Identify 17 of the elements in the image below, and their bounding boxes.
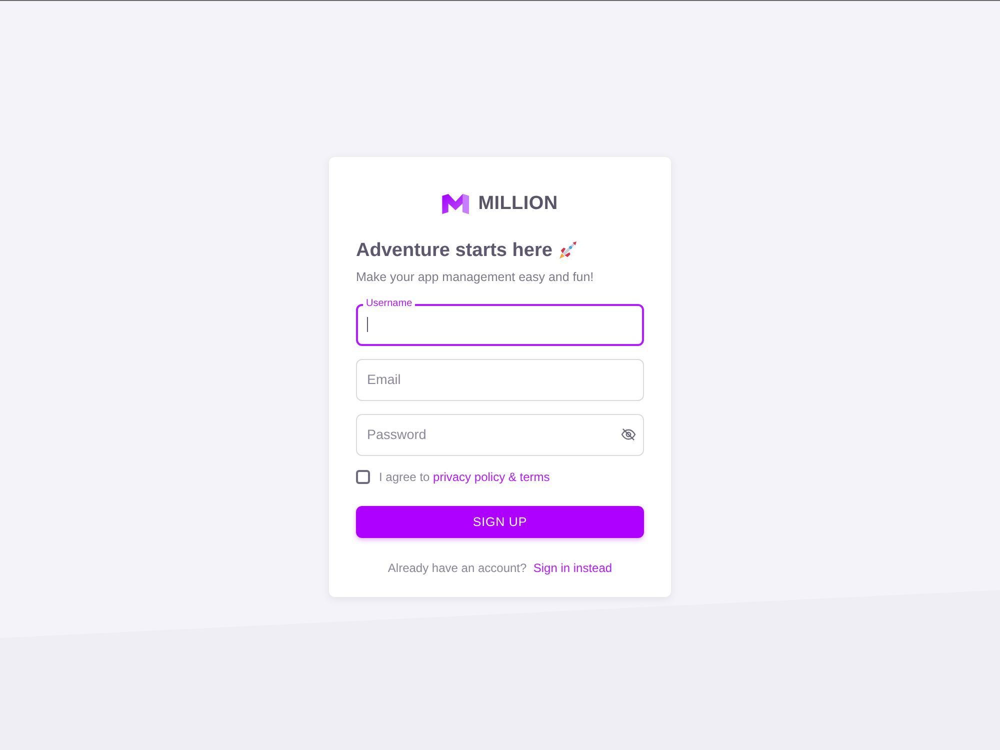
eye-off-icon[interactable] <box>621 428 636 441</box>
text-field[interactable]: Username <box>356 298 644 346</box>
heading: Adventure starts here <box>356 238 552 262</box>
agreement-text: I agree to privacy policy & terms <box>379 468 550 484</box>
logo-text: MILLION <box>478 192 558 214</box>
checkbox[interactable] <box>356 470 370 484</box>
subtitle: Make your app management easy and fun! <box>356 268 595 284</box>
logo-icon <box>442 194 470 214</box>
floating-label: Username <box>363 298 416 310</box>
text-cursor-icon <box>367 317 368 332</box>
password-field[interactable]: Password <box>356 414 644 456</box>
sign-up-button[interactable]: SIGN UP <box>356 506 644 538</box>
text-field[interactable]: Email <box>356 358 644 400</box>
privacy-policy-link[interactable]: privacy policy & terms <box>433 470 550 484</box>
sign-in-prompt: Already have an account? Sign in instead <box>386 560 614 576</box>
sign-in-link[interactable]: Sign in instead <box>533 560 612 574</box>
rocket-icon <box>558 241 578 260</box>
